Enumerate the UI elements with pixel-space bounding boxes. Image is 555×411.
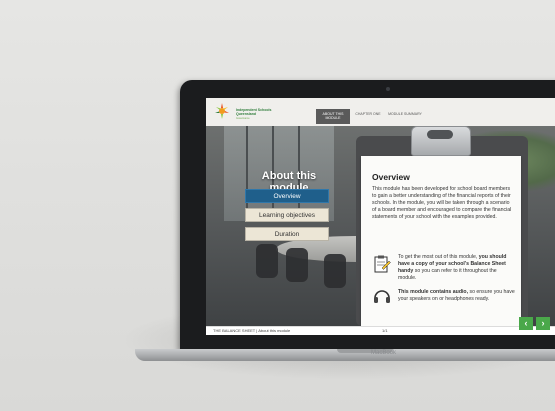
background-chair <box>286 248 308 282</box>
footer-bar: THE BALANCE SHEET | About this module 1/… <box>206 326 555 335</box>
laptop-brand: MacBook <box>371 350 397 356</box>
tip-balance-sheet: To get the most out of this module, you … <box>398 254 516 282</box>
camera-icon <box>386 87 390 91</box>
tip-audio: This module contains audio, so ensure yo… <box>398 289 516 303</box>
module-stage: About this module Overview Learning obje… <box>206 126 555 326</box>
previous-button[interactable]: ‹ <box>519 317 533 330</box>
breadcrumb: THE BALANCE SHEET | About this module <box>213 328 291 333</box>
sunburst-logo-icon <box>215 103 229 119</box>
tab-about-this-module[interactable]: ABOUT THIS MODULE <box>316 109 350 124</box>
page-indicator: 1/1 <box>382 328 388 333</box>
laptop-screen: Independent Schools Queensland Governanc… <box>206 98 555 335</box>
panel-body: This module has been developed for schoo… <box>372 186 512 221</box>
background-chair <box>256 244 278 278</box>
logo-text: Independent Schools Queensland <box>236 108 272 116</box>
tip-text: so you can refer to it throughout the mo… <box>398 268 497 281</box>
learning-objectives-button[interactable]: Learning objectives <box>245 208 329 222</box>
tab-module-summary[interactable]: MODULE SUMMARY <box>388 109 422 124</box>
scene: Independent Schools Queensland Governanc… <box>0 0 555 411</box>
clipboard-document-icon <box>372 254 392 274</box>
chevron-left-icon: ‹ <box>524 318 528 328</box>
background-chair <box>324 254 346 288</box>
clip-hole <box>427 130 453 139</box>
logo-subtext: Governance <box>236 117 250 120</box>
school-logo: Independent Schools Queensland Governanc… <box>214 102 274 122</box>
duration-button[interactable]: Duration <box>245 227 329 241</box>
tab-chapter-one[interactable]: CHAPTER ONE <box>351 109 385 124</box>
tip-text: To get the most out of this module, <box>398 254 479 260</box>
app-header: Independent Schools Queensland Governanc… <box>206 98 555 127</box>
overview-button[interactable]: Overview <box>245 189 329 203</box>
chevron-right-icon: › <box>541 318 545 328</box>
next-button[interactable]: › <box>536 317 550 330</box>
panel-title: Overview <box>372 172 410 182</box>
headphones-icon <box>372 286 392 306</box>
tip-emphasis: This module contains audio, <box>398 289 469 295</box>
